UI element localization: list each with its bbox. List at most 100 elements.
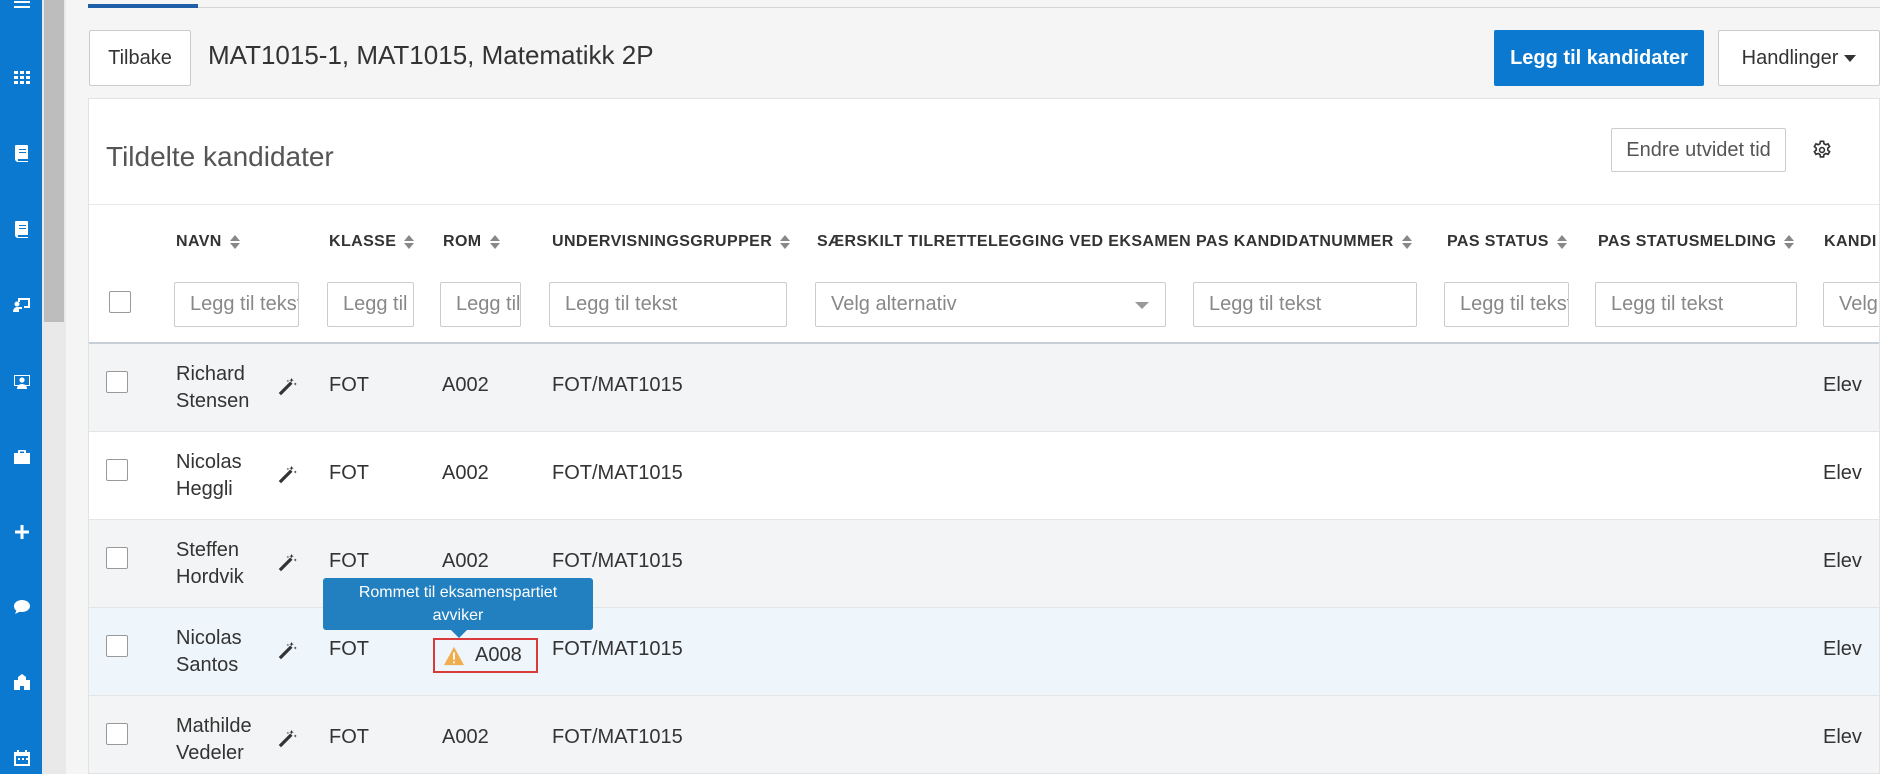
warning-icon [444, 646, 464, 665]
kandi-cell: Elev [1823, 550, 1862, 572]
room-mismatch-tooltip: Rommet til eksamenspartiet avviker [323, 578, 593, 638]
back-button[interactable]: Tilbake [89, 30, 191, 86]
plus-icon[interactable] [12, 522, 32, 542]
scrollbar-thumb[interactable] [44, 0, 64, 322]
panel-title: Tildelte kandidater [106, 141, 334, 172]
tab-strip [88, 0, 1880, 8]
add-candidates-button[interactable]: Legg til kandidater [1494, 30, 1704, 86]
rom-cell: A002 [442, 374, 489, 396]
vertical-scrollbar[interactable] [42, 0, 66, 774]
candidate-name: Steffen Hordvik [176, 539, 244, 588]
magic-wand-icon[interactable] [276, 376, 298, 398]
column-label: NAVN [176, 233, 222, 250]
column-header-statusmelding[interactable]: PAS STATUSMELDING [1598, 233, 1795, 251]
column-label: KLASSE [329, 233, 397, 250]
actions-dropdown-button[interactable]: Handlinger [1718, 30, 1880, 86]
candidate-name: Nicolas Santos [176, 627, 242, 676]
kandi-cell: Elev [1823, 638, 1862, 660]
select-value: Velg alternativ [831, 293, 957, 315]
teacher-board-icon[interactable] [12, 295, 32, 315]
row-checkbox[interactable] [106, 459, 128, 481]
filter-kandidatnummer-input[interactable]: Legg til tekst [1193, 282, 1417, 327]
column-label: ROM [443, 233, 482, 250]
row-checkbox[interactable] [106, 723, 128, 745]
sort-icon[interactable] [1556, 235, 1567, 249]
book-alt-icon[interactable] [12, 219, 32, 239]
app-window: Tilbake MAT1015-1, MAT1015, Matematikk 2… [0, 0, 1880, 774]
column-header-tilrettelegging[interactable]: SÆRSKILT TILRETTELEGGING VED EKSAMEN [817, 233, 1191, 251]
magic-wand-icon[interactable] [276, 640, 298, 662]
main-content: Tilbake MAT1015-1, MAT1015, Matematikk 2… [66, 0, 1880, 774]
filter-statusmelding-input[interactable]: Legg til tekst [1595, 282, 1797, 327]
column-label: PAS STATUSMELDING [1598, 233, 1777, 250]
grupper-cell: FOT/MAT1015 [552, 374, 683, 396]
magic-wand-icon[interactable] [276, 728, 298, 750]
klasse-cell: FOT [329, 726, 369, 748]
tooltip-line: Rommet til eksamenspartiet [358, 584, 558, 601]
apps-grid-icon[interactable] [12, 67, 32, 87]
klasse-cell: FOT [329, 638, 369, 660]
school-icon[interactable] [12, 672, 32, 692]
calendar-icon[interactable] [12, 748, 32, 768]
filter-navn-input[interactable]: Legg til tekst [174, 282, 299, 327]
magic-wand-icon[interactable] [276, 464, 298, 486]
filter-status-input[interactable]: Legg til tekst [1444, 282, 1569, 327]
kandi-cell: Elev [1823, 726, 1862, 748]
rom-cell: A002 [442, 462, 489, 484]
sort-icon[interactable] [404, 235, 415, 249]
row-checkbox[interactable] [106, 635, 128, 657]
sort-icon[interactable] [1401, 235, 1412, 249]
chat-icon[interactable] [12, 597, 32, 617]
book-icon[interactable] [12, 143, 32, 163]
actions-label: Handlinger [1741, 46, 1839, 69]
select-all-checkbox[interactable] [109, 291, 131, 313]
room-mismatch-highlight[interactable]: A008 [433, 638, 538, 673]
sort-icon[interactable] [780, 235, 791, 249]
column-header-kandidatnummer[interactable]: PAS KANDIDATNUMMER [1196, 233, 1412, 251]
kandi-cell: Elev [1823, 374, 1862, 396]
column-header-kandi[interactable]: KANDI [1824, 233, 1877, 251]
gear-icon[interactable] [1811, 139, 1833, 161]
caret-down-icon [1844, 54, 1857, 62]
filter-kandi-select[interactable]: Velg alternativ [1823, 282, 1879, 327]
table-row[interactable]: Mathilde Vedeler FOT A002 FOT/MAT1015 Ele… [89, 696, 1879, 773]
column-header-klasse[interactable]: KLASSE [329, 233, 415, 251]
klasse-cell: FOT [329, 374, 369, 396]
student-icon[interactable] [12, 371, 32, 391]
column-header-rom[interactable]: ROM [443, 233, 500, 251]
row-checkbox[interactable] [106, 547, 128, 569]
klasse-cell: FOT [329, 550, 369, 572]
rom-cell: A008 [475, 644, 522, 666]
candidate-name: Mathilde Vedeler [176, 715, 252, 764]
header-divider [89, 204, 1879, 205]
column-header-undervisningsgrupper[interactable]: UNDERVISNINGSGRUPPER [552, 233, 791, 251]
candidates-panel: Tildelte kandidater Endre utvidet tid NA… [88, 98, 1880, 774]
briefcase-icon[interactable] [12, 447, 32, 467]
column-label: KANDI [1824, 233, 1877, 250]
table-row[interactable]: Richard Stensen FOT A002 FOT/MAT1015 Elev [89, 344, 1879, 432]
active-tab-indicator [88, 4, 198, 8]
side-rail [0, 0, 42, 774]
column-label: SÆRSKILT TILRETTELEGGING VED EKSAMEN [817, 233, 1192, 250]
rom-cell: A002 [442, 726, 489, 748]
filter-grupper-input[interactable]: Legg til tekst [549, 282, 787, 327]
grupper-cell: FOT/MAT1015 [552, 550, 683, 572]
row-checkbox[interactable] [106, 371, 128, 393]
sort-icon[interactable] [1784, 235, 1795, 249]
menu-icon[interactable] [12, 0, 32, 12]
column-header-pas-status[interactable]: PAS STATUS [1447, 233, 1567, 251]
column-label: PAS STATUS [1447, 233, 1549, 250]
filter-tilrettelegging-select[interactable]: Velg alternativ [815, 282, 1166, 327]
klasse-cell: FOT [329, 462, 369, 484]
sort-icon[interactable] [229, 235, 240, 249]
magic-wand-icon[interactable] [276, 552, 298, 574]
kandi-cell: Elev [1823, 462, 1862, 484]
chevron-down-icon [1135, 302, 1149, 309]
filter-klasse-input[interactable]: Legg til tekst [327, 282, 414, 327]
filter-rom-input[interactable]: Legg til tekst [440, 282, 521, 327]
column-header-navn[interactable]: NAVN [176, 233, 240, 251]
grupper-cell: FOT/MAT1015 [552, 726, 683, 748]
extend-time-button[interactable]: Endre utvidet tid [1611, 128, 1786, 172]
sort-icon[interactable] [489, 235, 500, 249]
table-row[interactable]: Nicolas Heggli FOT A002 FOT/MAT1015 Elev [89, 432, 1879, 520]
